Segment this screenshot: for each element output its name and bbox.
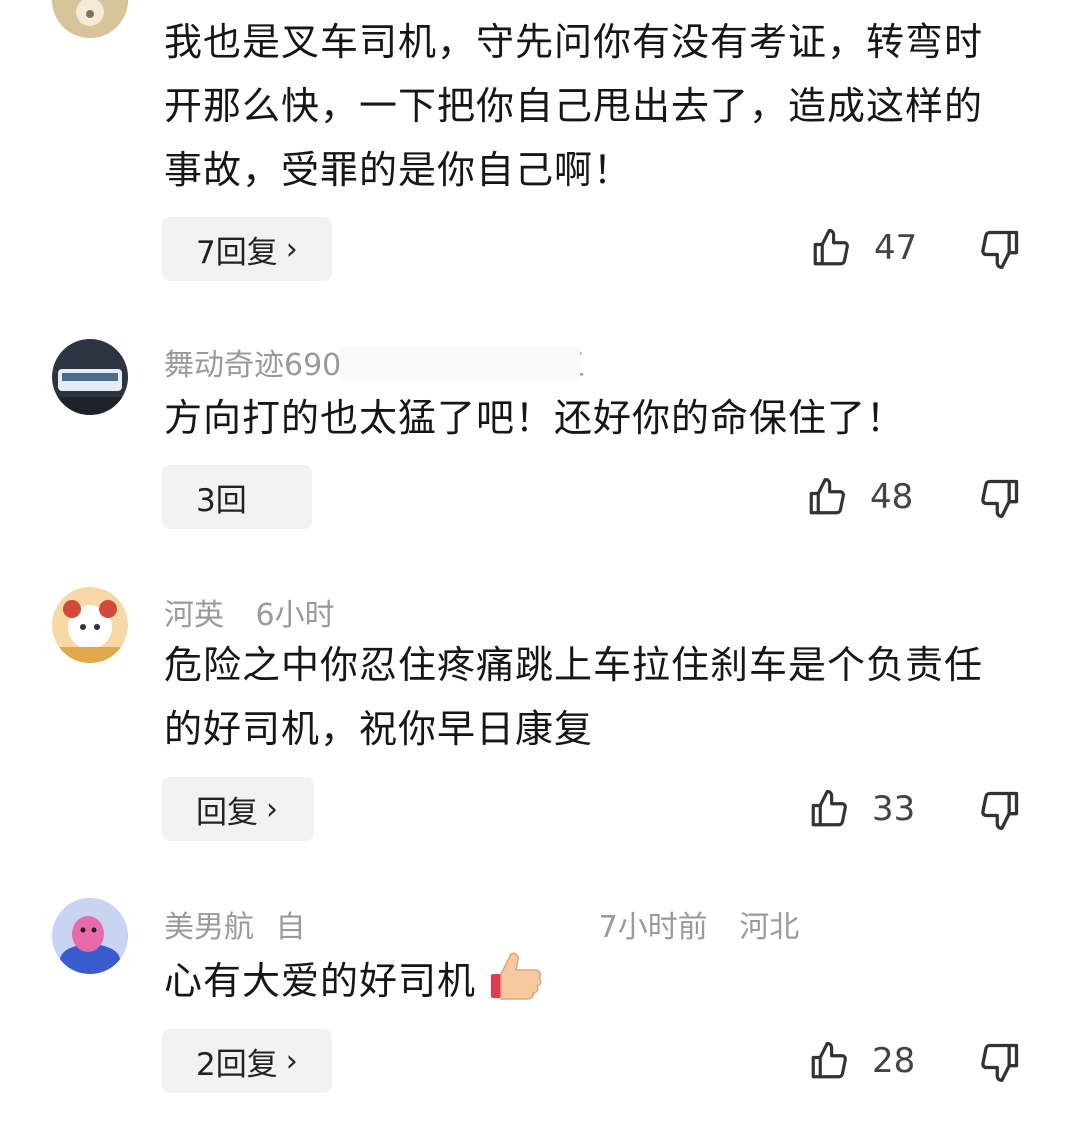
timestamp: 6小时	[255, 598, 335, 633]
thumbs-down-icon[interactable]	[978, 1040, 1022, 1084]
chevron-right-icon: ›	[285, 1043, 298, 1079]
username[interactable]: 美男航	[164, 910, 254, 945]
like-count: 28	[872, 1041, 916, 1081]
avatar[interactable]	[52, 0, 128, 38]
thumbs-up-icon	[813, 228, 849, 266]
chevron-right-icon: ›	[266, 791, 278, 827]
reply-count-label: 3回	[196, 482, 247, 519]
thumbs-up-icon	[809, 477, 845, 515]
thumbs-down-icon[interactable]	[978, 476, 1022, 520]
avatar[interactable]	[52, 339, 128, 415]
blur-overlay	[340, 346, 580, 380]
reply-count-label: 7回复	[196, 234, 278, 271]
reply-count-label: 回复	[196, 794, 258, 831]
thumbs-down-icon[interactable]	[978, 227, 1022, 271]
avatar[interactable]	[52, 898, 128, 974]
comment-meta: 美男航 自 7小时前 河北	[164, 902, 821, 946]
comment-meta: 河英 6小时	[164, 590, 357, 634]
comment-text: 心有大爱的好司机	[164, 959, 477, 1003]
location: 河北	[739, 910, 800, 945]
thumbs-up-emoji	[489, 946, 545, 1021]
like-count: 33	[872, 789, 916, 829]
comment-body: 心有大爱的好司机	[164, 946, 1014, 1021]
username[interactable]: 河英	[164, 598, 224, 633]
like-button[interactable]: 47	[810, 227, 917, 269]
like-count: 47	[874, 228, 918, 268]
view-replies-button[interactable]: 3回	[162, 465, 312, 529]
like-button[interactable]: 28	[808, 1040, 915, 1082]
comment-body: 我也是叉车司机，守先问你有没有考证，转弯时开那么快，一下把你自己甩出去了，造成这…	[164, 20, 984, 192]
timestamp: 7小时前	[598, 910, 708, 945]
like-button[interactable]: 33	[808, 788, 915, 830]
reply-count-label: 2回复	[196, 1046, 278, 1083]
chevron-right-icon: ›	[285, 231, 298, 267]
view-replies-button[interactable]: 2回复 ›	[162, 1029, 332, 1093]
like-count: 48	[870, 477, 914, 517]
user-signature: 自	[275, 910, 306, 945]
like-button[interactable]: 48	[806, 476, 913, 518]
username[interactable]: 舞动奇迹690	[164, 348, 341, 383]
view-replies-button[interactable]: 回复 ›	[162, 777, 314, 841]
avatar[interactable]	[52, 587, 128, 663]
thumbs-up-icon	[811, 1041, 847, 1079]
comment-body: 方向打的也太猛了吧！还好你的命保住了！	[164, 396, 906, 440]
view-replies-button[interactable]: 7回复 ›	[162, 217, 332, 281]
thumbs-down-icon[interactable]	[978, 788, 1022, 832]
comment-body: 危险之中你忍住疼痛跳上车拉住刹车是个负责任的好司机，祝你早日康复	[164, 643, 984, 751]
thumbs-up-icon	[811, 789, 847, 827]
